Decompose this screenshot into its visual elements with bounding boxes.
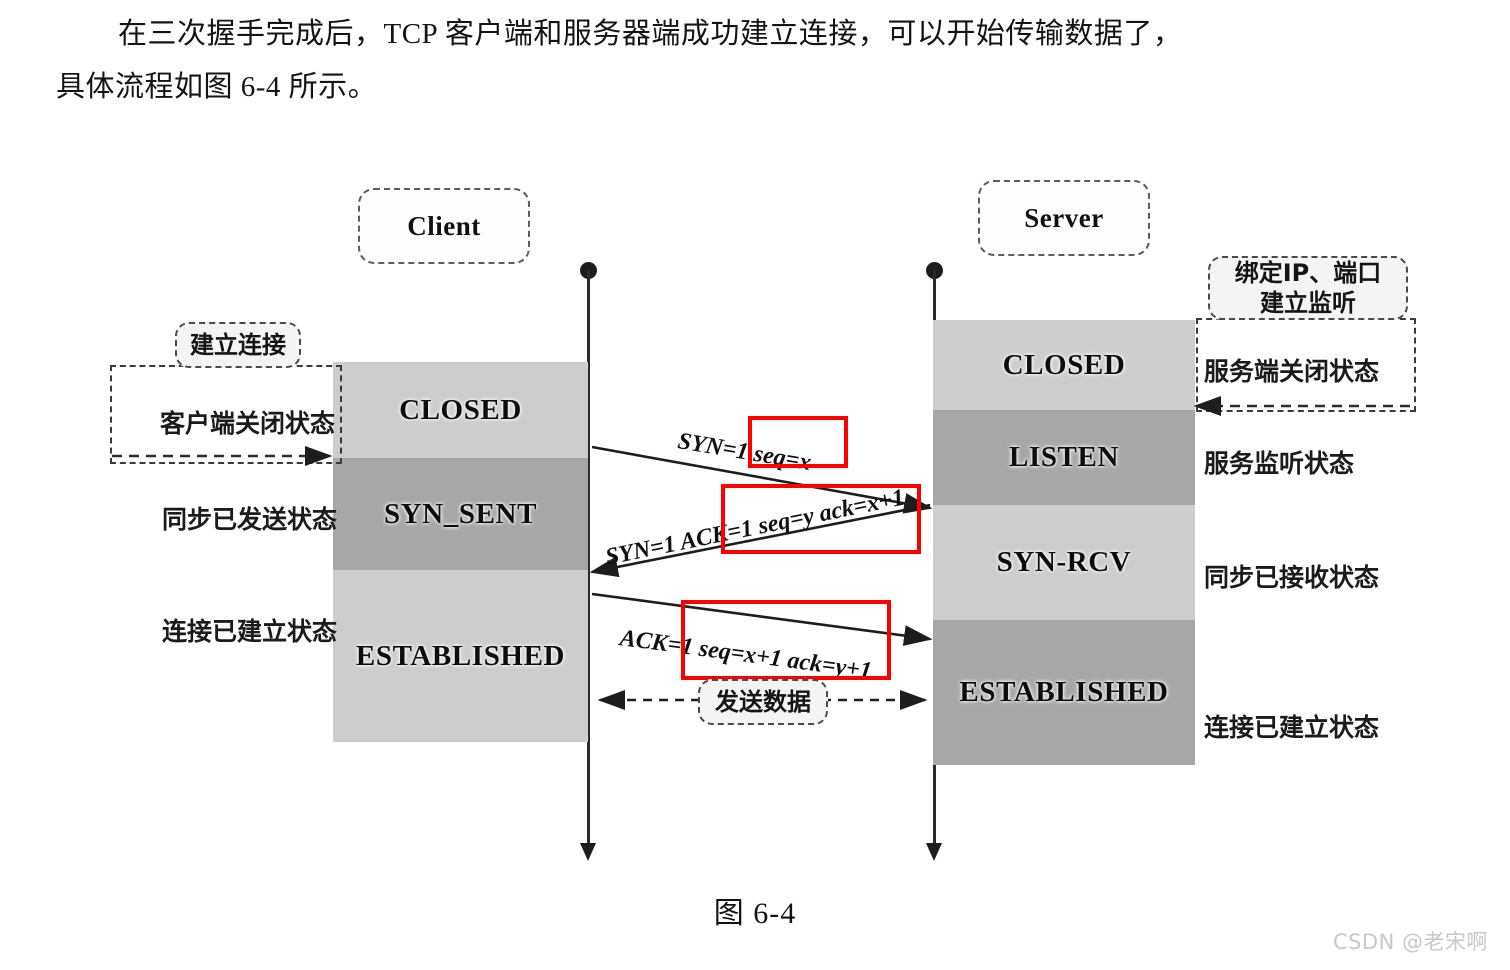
server-annotation-established: 连接已建立状态 <box>1204 713 1380 742</box>
client-annotation-syn-sent: 同步已发送状态 <box>162 505 338 534</box>
server-state-listen-label: LISTEN <box>1009 441 1119 473</box>
send-data-note: 发送数据 <box>698 679 828 725</box>
client-actor-box: Client <box>358 188 530 264</box>
client-connect-note: 建立连接 <box>175 322 301 368</box>
server-annotation-syn-rcv: 同步已接收状态 <box>1204 563 1380 592</box>
client-actor-label: Client <box>407 210 481 241</box>
client-annotation-established: 连接已建立状态 <box>162 617 338 646</box>
figure-caption: 图 6-4 <box>713 897 797 930</box>
client-state-established: ESTABLISHED <box>333 570 588 742</box>
server-bind-note: 绑定IP、端口 建立监听 <box>1208 256 1408 320</box>
server-annotation-listen: 服务监听状态 <box>1204 449 1355 478</box>
client-state-syn-sent-label: SYN_SENT <box>383 497 538 530</box>
highlight-box-seq-x1-ack-y1 <box>681 600 891 680</box>
highlight-box-seq-x <box>748 416 848 468</box>
client-annotation-closed: 客户端关闭状态 <box>160 409 336 438</box>
csdn-watermark: CSDN @老宋啊 <box>1332 930 1488 954</box>
highlight-box-seq-y-ack <box>721 484 921 554</box>
send-data-note-label: 发送数据 <box>715 688 811 716</box>
tcp-handshake-diagram: Client Server CLOSED SYN_SENT ESTABLISHE… <box>0 0 1510 970</box>
server-state-syn-rcv-label: SYN-RCV <box>996 546 1132 578</box>
client-state-closed: CLOSED <box>333 362 588 458</box>
server-state-closed-label: CLOSED <box>1002 348 1126 381</box>
client-state-syn-sent: SYN_SENT <box>333 458 588 570</box>
server-state-syn-rcv: SYN-RCV <box>933 505 1195 620</box>
server-lifeline-arrow-icon <box>926 843 942 861</box>
server-state-established: ESTABLISHED <box>933 620 1195 765</box>
client-lifeline-arrow-icon <box>580 843 596 861</box>
server-state-closed: CLOSED <box>933 320 1195 410</box>
server-bind-note-line-1: 绑定IP、端口 <box>1234 259 1382 287</box>
server-actor-label: Server <box>1024 202 1104 233</box>
server-actor-box: Server <box>978 180 1150 256</box>
server-bind-note-line-2: 建立监听 <box>1260 289 1356 317</box>
client-connect-note-label: 建立连接 <box>190 331 286 359</box>
server-state-established-label: ESTABLISHED <box>959 676 1169 708</box>
client-state-closed-label: CLOSED <box>399 393 522 426</box>
server-annotation-closed: 服务端关闭状态 <box>1204 357 1380 386</box>
client-state-established-label: ESTABLISHED <box>355 639 566 672</box>
server-state-listen: LISTEN <box>933 410 1195 505</box>
